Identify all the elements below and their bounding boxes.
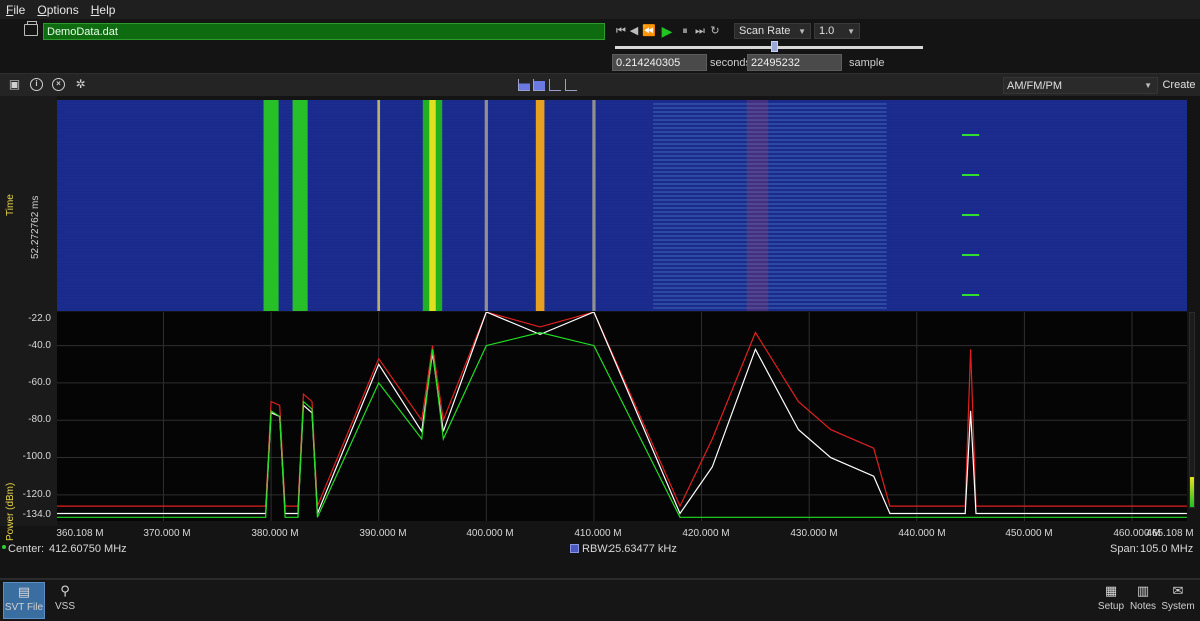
spectrogram-signal-band bbox=[429, 100, 436, 311]
playback-slider[interactable] bbox=[615, 46, 923, 49]
trace-mode-icon[interactable] bbox=[549, 79, 561, 91]
close-circle-icon[interactable]: × bbox=[52, 78, 65, 91]
time-field[interactable]: 0.214240305 bbox=[612, 54, 707, 71]
setup-icon: ▦ bbox=[1104, 583, 1118, 598]
spectrogram-view[interactable] bbox=[57, 100, 1187, 311]
spectrum-background bbox=[57, 312, 1187, 521]
rate-mode-select[interactable]: Scan Rate ▼ bbox=[734, 23, 811, 39]
center-marker-icon bbox=[2, 545, 6, 549]
level-meter bbox=[1189, 312, 1195, 508]
frequency-tick-label: 390.000 M bbox=[359, 528, 407, 539]
chevron-down-icon: ▼ bbox=[798, 27, 806, 36]
mail-icon: ✉ bbox=[1172, 583, 1184, 598]
frequency-tick-label: 370.000 M bbox=[143, 528, 191, 539]
frequency-tick-label: 400.000 M bbox=[466, 528, 514, 539]
time-span-label: 52.272762 ms bbox=[30, 195, 41, 259]
spectrogram-signal-band bbox=[263, 100, 279, 311]
chevron-down-icon: ▼ bbox=[1144, 81, 1152, 90]
folder-open-icon[interactable] bbox=[24, 21, 38, 36]
playback-slider-thumb[interactable] bbox=[770, 41, 778, 52]
transport-panel: ⏮ ◀ ⏪ ▶ ⏸ ⏭ ↻ Scan Rate ▼ 1.0 ▼ 0.214240… bbox=[609, 19, 1200, 73]
create-button[interactable]: Create bbox=[1160, 77, 1198, 94]
power-tick-label: -100.0 bbox=[22, 451, 51, 462]
frequency-tick-label: 410.000 M bbox=[574, 528, 622, 539]
power-tick-label: -134.0 bbox=[22, 509, 51, 520]
power-tick-label: -60.0 bbox=[28, 377, 51, 388]
spectrogram-signal-band bbox=[535, 100, 545, 311]
task-vss[interactable]: ⚲ VSS bbox=[50, 582, 80, 619]
task-notes[interactable]: ▥ Notes bbox=[1129, 582, 1157, 619]
rbw-value: 25.63477 kHz bbox=[609, 543, 677, 555]
menu-file[interactable]: File bbox=[0, 3, 31, 17]
play-icon[interactable]: ▶ bbox=[661, 24, 673, 38]
gear-icon[interactable]: ✲ bbox=[74, 78, 87, 91]
spectrogram-signal-center bbox=[746, 100, 769, 311]
frequency-tick-label: 420.000 M bbox=[682, 528, 730, 539]
span-label: Span: bbox=[1110, 543, 1139, 555]
spectrum-view[interactable] bbox=[57, 312, 1187, 521]
spectrogram-mode-icon[interactable] bbox=[533, 79, 545, 91]
time-unit-label: seconds bbox=[710, 57, 751, 69]
task-svt-file[interactable]: ▤ SVT File bbox=[3, 582, 45, 619]
menu-help[interactable]: Help bbox=[85, 3, 122, 17]
menu-bar: File Options Help bbox=[0, 0, 1200, 19]
antenna-icon: ⚲ bbox=[60, 583, 70, 598]
loop-icon[interactable]: ↻ bbox=[709, 25, 721, 37]
file-name-field[interactable]: DemoData.dat bbox=[43, 23, 605, 40]
rbw-label: RBW: bbox=[582, 543, 611, 555]
spectrogram-signal-band bbox=[484, 100, 488, 311]
info-bar: Center: 412.60750 MHz RBW: 25.63477 kHz … bbox=[0, 543, 1200, 558]
taskbar: ▤ SVT File ⚲ VSS ▦ Setup ▥ Notes ✉ Syste… bbox=[0, 580, 1200, 621]
pause-icon[interactable]: ⏸ bbox=[679, 25, 691, 37]
task-notes-label: Notes bbox=[1129, 601, 1157, 612]
task-system-label: System bbox=[1161, 601, 1195, 612]
spectrogram-signal-band bbox=[292, 100, 308, 311]
task-setup-label: Setup bbox=[1097, 601, 1125, 612]
frequency-tick-label: 380.000 M bbox=[251, 528, 299, 539]
rbw-icon bbox=[570, 544, 579, 553]
time-axis-label: Time bbox=[5, 194, 16, 216]
spectrum-mode-icon[interactable] bbox=[518, 79, 530, 91]
file-bar: DemoData.dat bbox=[0, 19, 609, 73]
rate-value-select[interactable]: 1.0 ▼ bbox=[814, 23, 860, 39]
skip-start-icon[interactable]: ⏮ bbox=[615, 25, 627, 37]
notes-icon: ▥ bbox=[1136, 583, 1150, 598]
power-tick-label: -120.0 bbox=[22, 489, 51, 500]
power-tick-label: -22.0 bbox=[28, 313, 51, 324]
rate-mode-value: Scan Rate bbox=[739, 25, 791, 37]
file-icon: ▤ bbox=[17, 584, 31, 599]
info-icon[interactable]: i bbox=[30, 78, 43, 91]
chevron-down-icon: ▼ bbox=[847, 27, 855, 36]
skip-end-icon[interactable]: ⏭ bbox=[694, 25, 706, 37]
menu-options[interactable]: Options bbox=[31, 3, 84, 17]
frequency-tick-label: 430.000 M bbox=[790, 528, 838, 539]
step-back-icon[interactable]: ◀ bbox=[628, 25, 640, 37]
spectrogram-signal-band bbox=[592, 100, 596, 311]
task-svt-file-label: SVT File bbox=[4, 602, 44, 613]
save-icon[interactable]: ▣ bbox=[8, 78, 21, 91]
center-value: 412.60750 MHz bbox=[49, 543, 127, 555]
frequency-tick-label: 360.108 M bbox=[56, 528, 104, 539]
task-system[interactable]: ✉ System bbox=[1160, 582, 1196, 619]
level-meter-fill bbox=[1190, 477, 1194, 507]
rate-value: 1.0 bbox=[819, 25, 835, 37]
frequency-tick-label: 440.000 M bbox=[898, 528, 946, 539]
sample-unit-label: sample bbox=[849, 57, 885, 69]
sample-field[interactable]: 22495232 bbox=[747, 54, 842, 71]
analysis-toolbar: ▣ i × ✲ AM/FM/PM ▼ Create bbox=[0, 73, 1200, 96]
power-tick-label: -80.0 bbox=[28, 414, 51, 425]
spectrogram-signal-band bbox=[377, 100, 381, 311]
demod-mode-value: AM/FM/PM bbox=[1007, 80, 1062, 92]
frequency-tick-label: 450.000 M bbox=[1005, 528, 1053, 539]
waterfall-mode-icon[interactable] bbox=[565, 79, 577, 91]
task-vss-label: VSS bbox=[54, 601, 75, 612]
power-tick-label: -40.0 bbox=[28, 340, 51, 351]
frequency-tick-label: 465.108 M bbox=[1146, 528, 1194, 539]
task-setup[interactable]: ▦ Setup bbox=[1097, 582, 1125, 619]
center-label: Center: bbox=[8, 543, 45, 555]
plot-area bbox=[57, 100, 1187, 521]
span-value: 105.0 MHz bbox=[1140, 543, 1194, 555]
demod-mode-select[interactable]: AM/FM/PM ▼ bbox=[1003, 77, 1158, 94]
rewind-icon[interactable]: ⏪ bbox=[642, 25, 656, 37]
